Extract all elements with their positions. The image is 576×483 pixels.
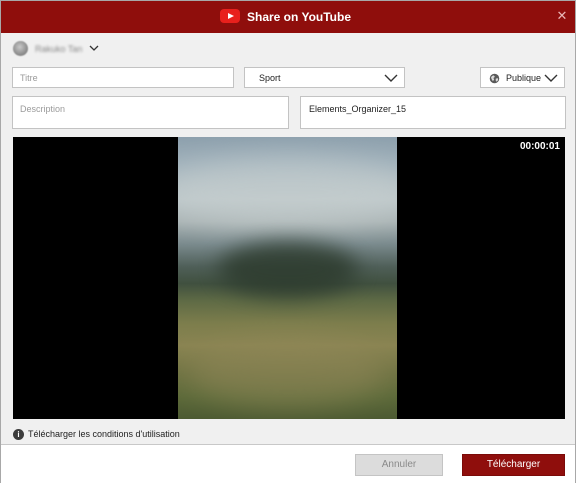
info-icon: i [13, 429, 24, 440]
chevron-down-icon [384, 74, 398, 82]
privacy-select[interactable]: Publique [480, 67, 565, 88]
category-select[interactable]: Sport [244, 67, 405, 88]
video-timecode: 00:00:01 [519, 141, 560, 152]
title-placeholder: Titre [20, 73, 38, 83]
chevron-down-icon[interactable] [89, 43, 99, 53]
title-bar: Share on YouTube ✕ [1, 1, 575, 33]
privacy-value: Publique [506, 73, 542, 83]
description-placeholder: Description [20, 104, 66, 114]
globe-icon [489, 73, 500, 84]
footer-bar: Annuler Télécharger [1, 444, 575, 483]
avatar [13, 41, 28, 56]
youtube-logo-icon [220, 9, 240, 23]
video-preview[interactable]: 00:00:01 [13, 137, 565, 419]
category-value: Sport [259, 73, 281, 83]
terms-label[interactable]: Télécharger les conditions d'utilisation [28, 429, 180, 440]
chevron-down-icon [544, 74, 558, 82]
title-input[interactable]: Titre [12, 67, 234, 88]
account-name: Rakuko Tan [35, 44, 83, 54]
filename-field[interactable]: Elements_Organizer_15 [300, 96, 566, 129]
video-frame [178, 137, 397, 419]
cancel-button[interactable]: Annuler [355, 454, 443, 476]
filename-value: Elements_Organizer_15 [309, 104, 407, 114]
description-textarea[interactable]: Description [12, 96, 289, 129]
dialog-title: Share on YouTube [247, 10, 352, 24]
close-icon[interactable]: ✕ [554, 8, 570, 24]
share-dialog: Share on YouTube ✕ Rakuko Tan Titre Spor… [0, 0, 576, 483]
upload-button[interactable]: Télécharger [462, 454, 565, 476]
